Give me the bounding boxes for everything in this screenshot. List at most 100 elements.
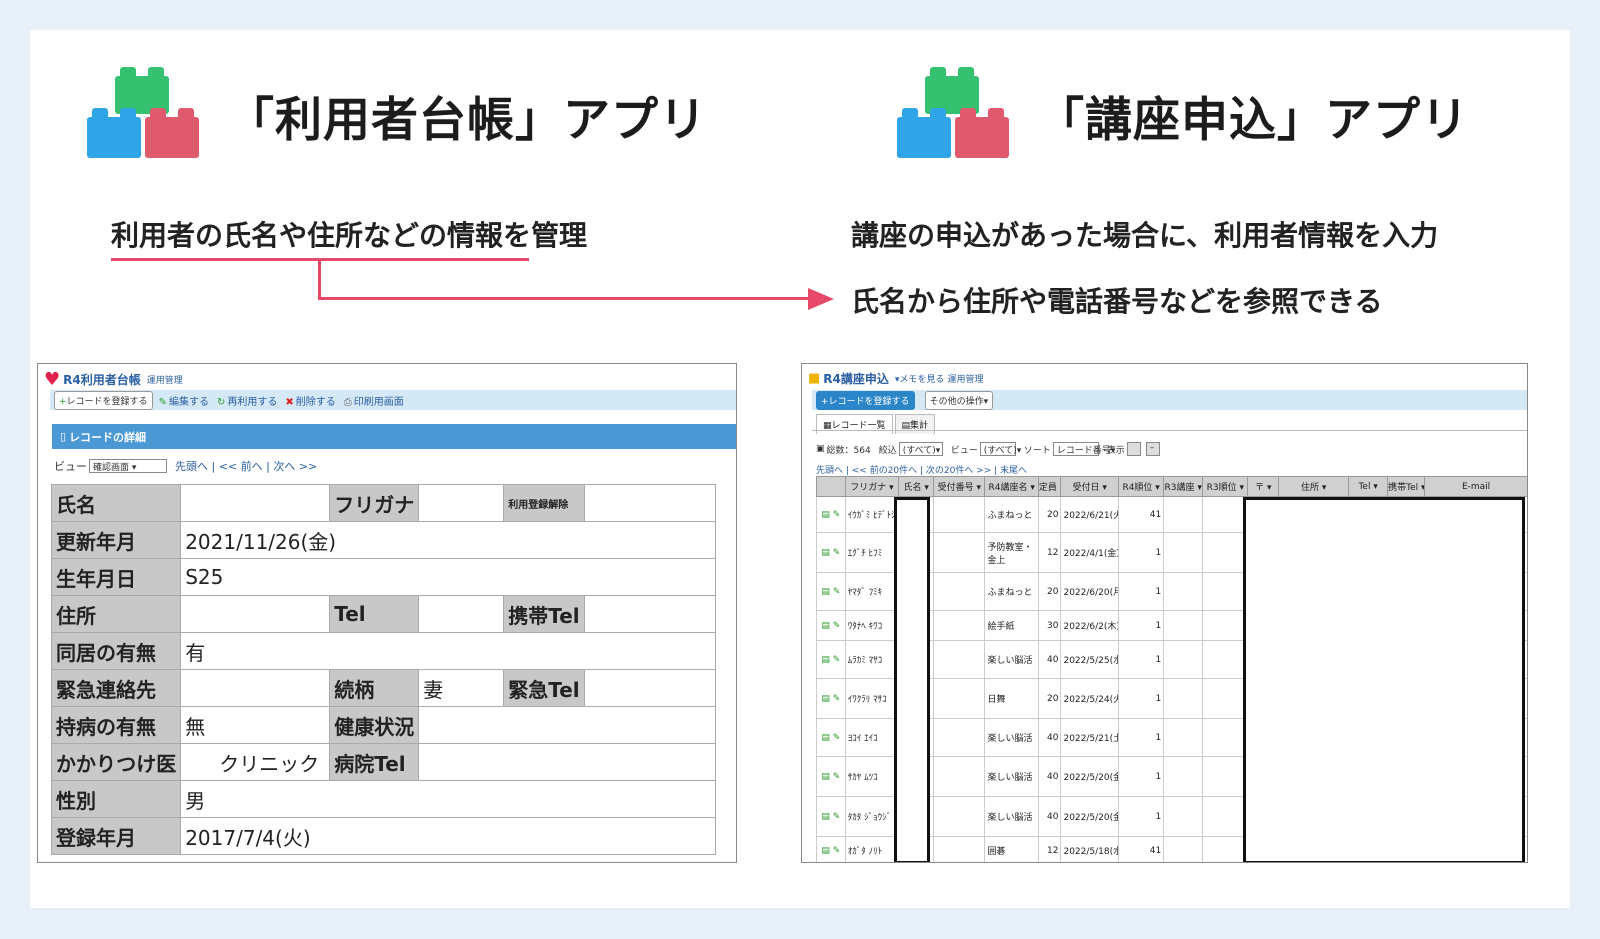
print-button[interactable]: ⎙ 印刷用画面 (344, 393, 404, 408)
record-nav[interactable]: 先頭へ | << 前へ | 次へ >> (175, 458, 317, 474)
list-pager[interactable]: 先頭へ | << 前の20件へ | 次の20件へ >> | 末尾へ (816, 463, 1027, 476)
list-header-row: フリガナ ▾氏名 ▾受付番号 ▾R4講座名 ▾定員 ▾受付日 ▾R4順位 ▾R3… (816, 476, 1527, 497)
hospital-tel-value (418, 743, 716, 781)
column-header[interactable]: 住所 ▾ (1278, 476, 1350, 497)
row-actions[interactable]: ▤ ✎ (816, 756, 846, 797)
cell-capacity: 20 (1037, 496, 1062, 533)
filter-label: 絞込 (878, 445, 897, 456)
cell-course: 日舞 (984, 678, 1039, 719)
column-header[interactable]: 受付番号 ▾ (933, 476, 986, 497)
cell-receipt (933, 756, 986, 797)
column-header[interactable]: E-mail (1424, 476, 1527, 497)
row-actions[interactable]: ▤ ✎ (816, 496, 846, 533)
column-header[interactable]: R3順位 ▾ (1202, 476, 1249, 497)
course-app-name[interactable]: R4講座申込 (823, 370, 889, 387)
row-actions[interactable]: ▤ ✎ (816, 836, 846, 862)
mobile-label: 携帯Tel (503, 595, 585, 633)
cell-r3-rank (1202, 678, 1249, 719)
row-actions[interactable]: ▤ ✎ (816, 532, 846, 573)
admin-link[interactable]: 運用管理 (147, 373, 183, 386)
filter-select[interactable]: (すべて)▾ (898, 442, 943, 456)
row-actions[interactable]: ▤ ✎ (816, 640, 846, 679)
cell-date: 2022/5/20(金) (1060, 796, 1120, 837)
tab-aggregate[interactable]: ▤集計 (894, 414, 936, 434)
display-toggle-2[interactable]: – (1145, 442, 1160, 456)
address-label: 住所 (50, 595, 182, 633)
right-app-title: 「講座申込」アプリ (1037, 92, 1469, 148)
admin-link[interactable]: 運用管理 (947, 372, 983, 385)
cell-kana: ﾔﾏﾀﾞ ﾌﾐｷ (844, 572, 900, 611)
cohabit-label: 同居の有無 (50, 632, 182, 670)
cell-kana: ｴｸﾞﾁ ﾋﾌﾐ (844, 532, 900, 573)
cell-rank: 1 (1118, 796, 1165, 837)
cohabit-value: 有 (180, 632, 716, 670)
cell-receipt (933, 532, 986, 573)
tab-record-list[interactable]: ▦レコード一覧 (816, 414, 893, 434)
cell-date: 2022/5/21(土) (1060, 718, 1120, 757)
cell-rank: 41 (1118, 836, 1165, 862)
memo-link[interactable]: ▾メモを見る (895, 372, 945, 385)
row-actions[interactable]: ▤ ✎ (816, 572, 846, 611)
list-controls: ▣ 総数：564 絞込 (すべて)▾ ビュー (すべて)▾ ソート レコード番号… (816, 442, 1168, 456)
course-toolbar: +レコードを登録する その他の操作▾ (812, 390, 1527, 410)
column-header[interactable]: 定員 ▾ (1037, 476, 1062, 497)
display-toggle[interactable] (1126, 442, 1141, 456)
right-app-header: 「講座申込」アプリ (897, 67, 1469, 158)
reuse-button[interactable]: ↻ 再利用する (217, 393, 277, 408)
gender-value: 男 (180, 780, 716, 818)
cell-receipt (933, 496, 986, 533)
edit-button[interactable]: ✎ 編集する (159, 393, 209, 408)
sort-select[interactable]: レコード番号▾ (1052, 442, 1115, 456)
total-count: 総数：564 (826, 445, 871, 456)
course-screenshot: ■ R4講座申込 ▾メモを見る 運用管理 +レコードを登録する その他の操作▾ … (801, 363, 1528, 863)
cell-date: 2022/6/20(月) (1060, 572, 1120, 611)
column-header[interactable]: 氏名 ▾ (898, 476, 935, 497)
cell-course: ふまねっと (984, 572, 1039, 611)
cell-r3-course (1163, 496, 1204, 533)
column-header[interactable]: R4講座名 ▾ (984, 476, 1039, 497)
column-header[interactable]: フリガナ ▾ (844, 476, 900, 497)
hospital-tel-label: 病院Tel (329, 743, 420, 781)
cell-date: 2022/5/25(水) (1060, 640, 1120, 679)
row-actions[interactable]: ▤ ✎ (816, 796, 846, 837)
column-header[interactable]: 〒 ▾ (1247, 476, 1280, 497)
row-actions[interactable]: ▤ ✎ (816, 718, 846, 757)
tel-value (418, 595, 505, 633)
cell-capacity: 40 (1037, 756, 1062, 797)
column-header[interactable]: R4順位 ▾ (1118, 476, 1165, 497)
register-record-button[interactable]: +レコードを登録する (816, 390, 915, 410)
registered-label: 登録年月 (50, 817, 182, 855)
column-header[interactable]: 受付日 ▾ (1060, 476, 1120, 497)
view-select[interactable]: 確認画面 ▾ (89, 459, 167, 473)
display-label: 表示 (1106, 445, 1125, 456)
connector-vertical (318, 258, 321, 300)
cell-r3-rank (1202, 718, 1249, 757)
cell-r3-course (1163, 796, 1204, 837)
cell-rank: 1 (1118, 610, 1165, 641)
column-header[interactable]: Tel ▾ (1348, 476, 1389, 497)
health-label: 健康状況 (329, 706, 420, 744)
cell-rank: 1 (1118, 572, 1165, 611)
column-header[interactable]: R3講座 ▾ (1163, 476, 1204, 497)
view-select[interactable]: (すべて)▾ (979, 442, 1021, 456)
heart-icon: ♥ (44, 369, 61, 390)
course-app-title: ■ R4講座申込 ▾メモを見る 運用管理 (808, 370, 983, 387)
cell-r3-course (1163, 756, 1204, 797)
name-label: 氏名 (50, 484, 182, 522)
cell-date: 2022/4/1(金) (1060, 532, 1120, 573)
ledger-app-name[interactable]: R4利用者台帳 (63, 371, 141, 388)
cell-course: 楽しい脳活 (984, 718, 1039, 757)
column-header[interactable]: 携帯Tel ▾ (1387, 476, 1426, 497)
other-actions-button[interactable]: その他の操作▾ (924, 390, 994, 410)
delete-button[interactable]: ✖ 削除する (285, 393, 335, 408)
cell-r3-rank (1202, 756, 1249, 797)
ledger-screenshot: ♥ R4利用者台帳 運用管理 +レコードを登録する ✎ 編集する ↻ 再利用する ✖… (37, 363, 737, 863)
folder-icon: ■ (808, 371, 821, 386)
left-description: 利用者の氏名や住所などの情報を管理 (111, 219, 588, 252)
view-row: ビュー 確認画面 ▾ 先頭へ | << 前へ | 次へ >> (54, 458, 317, 474)
cell-kana: ﾜﾀﾅﾍ ｷﾜｺ (844, 610, 900, 641)
cell-r3-rank (1202, 640, 1249, 679)
row-actions[interactable]: ▤ ✎ (816, 610, 846, 641)
register-record-button[interactable]: +レコードを登録する (54, 390, 153, 410)
row-actions[interactable]: ▤ ✎ (816, 678, 846, 719)
